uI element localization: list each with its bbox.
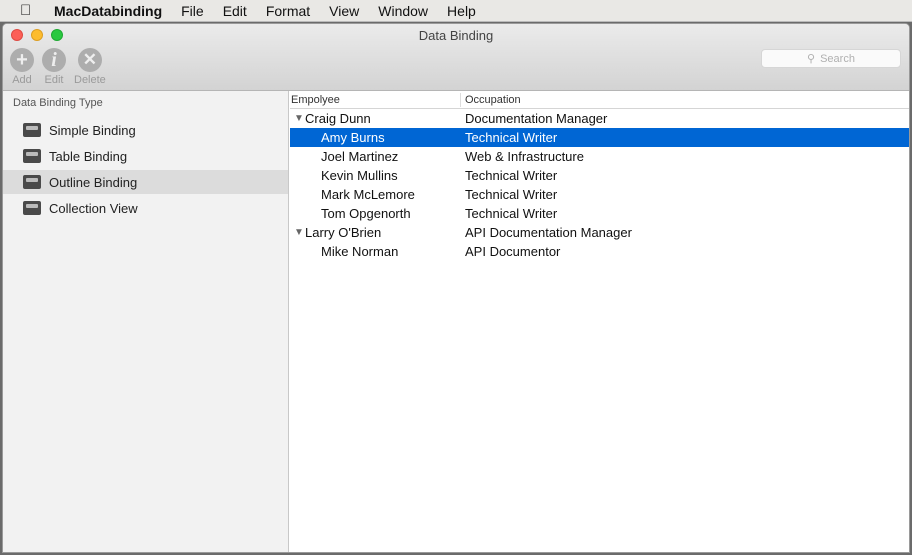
window-title: Data Binding: [418, 28, 494, 43]
outline-row[interactable]: Mark McLemore Technical Writer: [290, 185, 909, 204]
plus-icon: +: [10, 48, 34, 72]
menu-edit[interactable]: Edit: [223, 3, 247, 19]
search-icon: ⚲: [807, 53, 816, 65]
outline-row[interactable]: Tom Opgenorth Technical Writer: [290, 204, 909, 223]
occupation: Technical Writer: [465, 130, 558, 145]
outline-row[interactable]: Kevin Mullins Technical Writer: [290, 166, 909, 185]
employee-name: Joel Martinez: [321, 149, 399, 164]
employee-name: Craig Dunn: [305, 111, 371, 126]
employee-name: Larry O'Brien: [305, 225, 382, 240]
sidebar-item-collection-view[interactable]: Collection View: [3, 196, 288, 220]
column-divider[interactable]: [460, 93, 461, 107]
occupation: Web & Infrastructure: [465, 149, 584, 164]
edit-button[interactable]: i Edit: [42, 48, 66, 86]
occupation: API Documentor: [465, 244, 561, 259]
tray-icon: [23, 175, 41, 189]
menu-file[interactable]: File: [181, 3, 204, 19]
employee-name: Mike Norman: [321, 244, 399, 259]
sidebar-item-outline-binding[interactable]: Outline Binding: [3, 170, 288, 194]
menu-format[interactable]: Format: [266, 3, 310, 19]
outline-rows: ▼ Craig Dunn Documentation Manager Amy Burn…: [290, 109, 909, 261]
occupation: Technical Writer: [465, 187, 558, 202]
employee-name: Mark McLemore: [321, 187, 415, 202]
tray-icon: [23, 201, 41, 215]
main-window: Data Binding + Add i Edit ✕ Delete ⚲ Search …: [2, 23, 910, 553]
outline-row[interactable]: ▼ Craig Dunn Documentation Manager: [290, 109, 909, 128]
menu-view[interactable]: View: [329, 3, 359, 19]
outline-row[interactable]: Mike Norman API Documentor: [290, 242, 909, 261]
search-placeholder: Search: [820, 52, 855, 65]
occupation: Technical Writer: [465, 168, 558, 183]
outline-view: Empolyee Occupation ▼ Craig Dunn Documenta…: [290, 91, 909, 552]
occupation: API Documentation Manager: [465, 225, 632, 240]
column-header-employee[interactable]: Empolyee: [291, 94, 340, 106]
delete-button[interactable]: ✕ Delete: [74, 48, 106, 86]
tray-icon: [23, 123, 41, 137]
sidebar-item-table-binding[interactable]: Table Binding: [3, 144, 288, 168]
outline-row[interactable]: Amy Burns Technical Writer: [290, 128, 909, 147]
search-field[interactable]: ⚲ Search: [761, 49, 901, 68]
x-icon: ✕: [77, 48, 102, 72]
sidebar-header: Data Binding Type: [13, 97, 103, 109]
employee-name: Amy Burns: [321, 130, 385, 145]
employee-name: Tom Opgenorth: [321, 206, 411, 221]
occupation: Documentation Manager: [465, 111, 608, 126]
delete-label: Delete: [74, 74, 106, 86]
sidebar: Data Binding Type Simple Binding Table B…: [3, 91, 289, 552]
column-header-occupation[interactable]: Occupation: [465, 94, 521, 106]
sidebar-item-label: Collection View: [49, 200, 138, 216]
sidebar-item-label: Outline Binding: [49, 174, 138, 190]
add-label: Add: [12, 74, 32, 86]
tray-icon: [23, 149, 41, 163]
sidebar-item-label: Table Binding: [49, 148, 128, 164]
edit-label: Edit: [44, 74, 64, 86]
occupation: Technical Writer: [465, 206, 558, 221]
disclosure-triangle-icon[interactable]: ▼: [294, 113, 304, 124]
apple-icon[interactable]: : [20, 2, 38, 19]
outline-row[interactable]: Joel Martinez Web & Infrastructure: [290, 147, 909, 166]
sidebar-item-label: Simple Binding: [49, 122, 136, 138]
add-button[interactable]: + Add: [10, 48, 34, 86]
menu-app[interactable]: MacDatabinding: [54, 3, 162, 19]
info-icon: i: [42, 48, 66, 72]
outline-header: Empolyee Occupation: [290, 91, 909, 109]
employee-name: Kevin Mullins: [321, 168, 398, 183]
toolbar: Data Binding + Add i Edit ✕ Delete ⚲ Search: [3, 24, 909, 91]
menu-window[interactable]: Window: [378, 3, 428, 19]
disclosure-triangle-icon[interactable]: ▼: [294, 227, 304, 238]
sidebar-item-simple-binding[interactable]: Simple Binding: [3, 118, 288, 142]
outline-row[interactable]: ▼ Larry O'Brien API Documentation Manager: [290, 223, 909, 242]
menu-bar:  MacDatabinding File Edit Format View W…: [0, 0, 912, 22]
menu-help[interactable]: Help: [447, 3, 476, 19]
